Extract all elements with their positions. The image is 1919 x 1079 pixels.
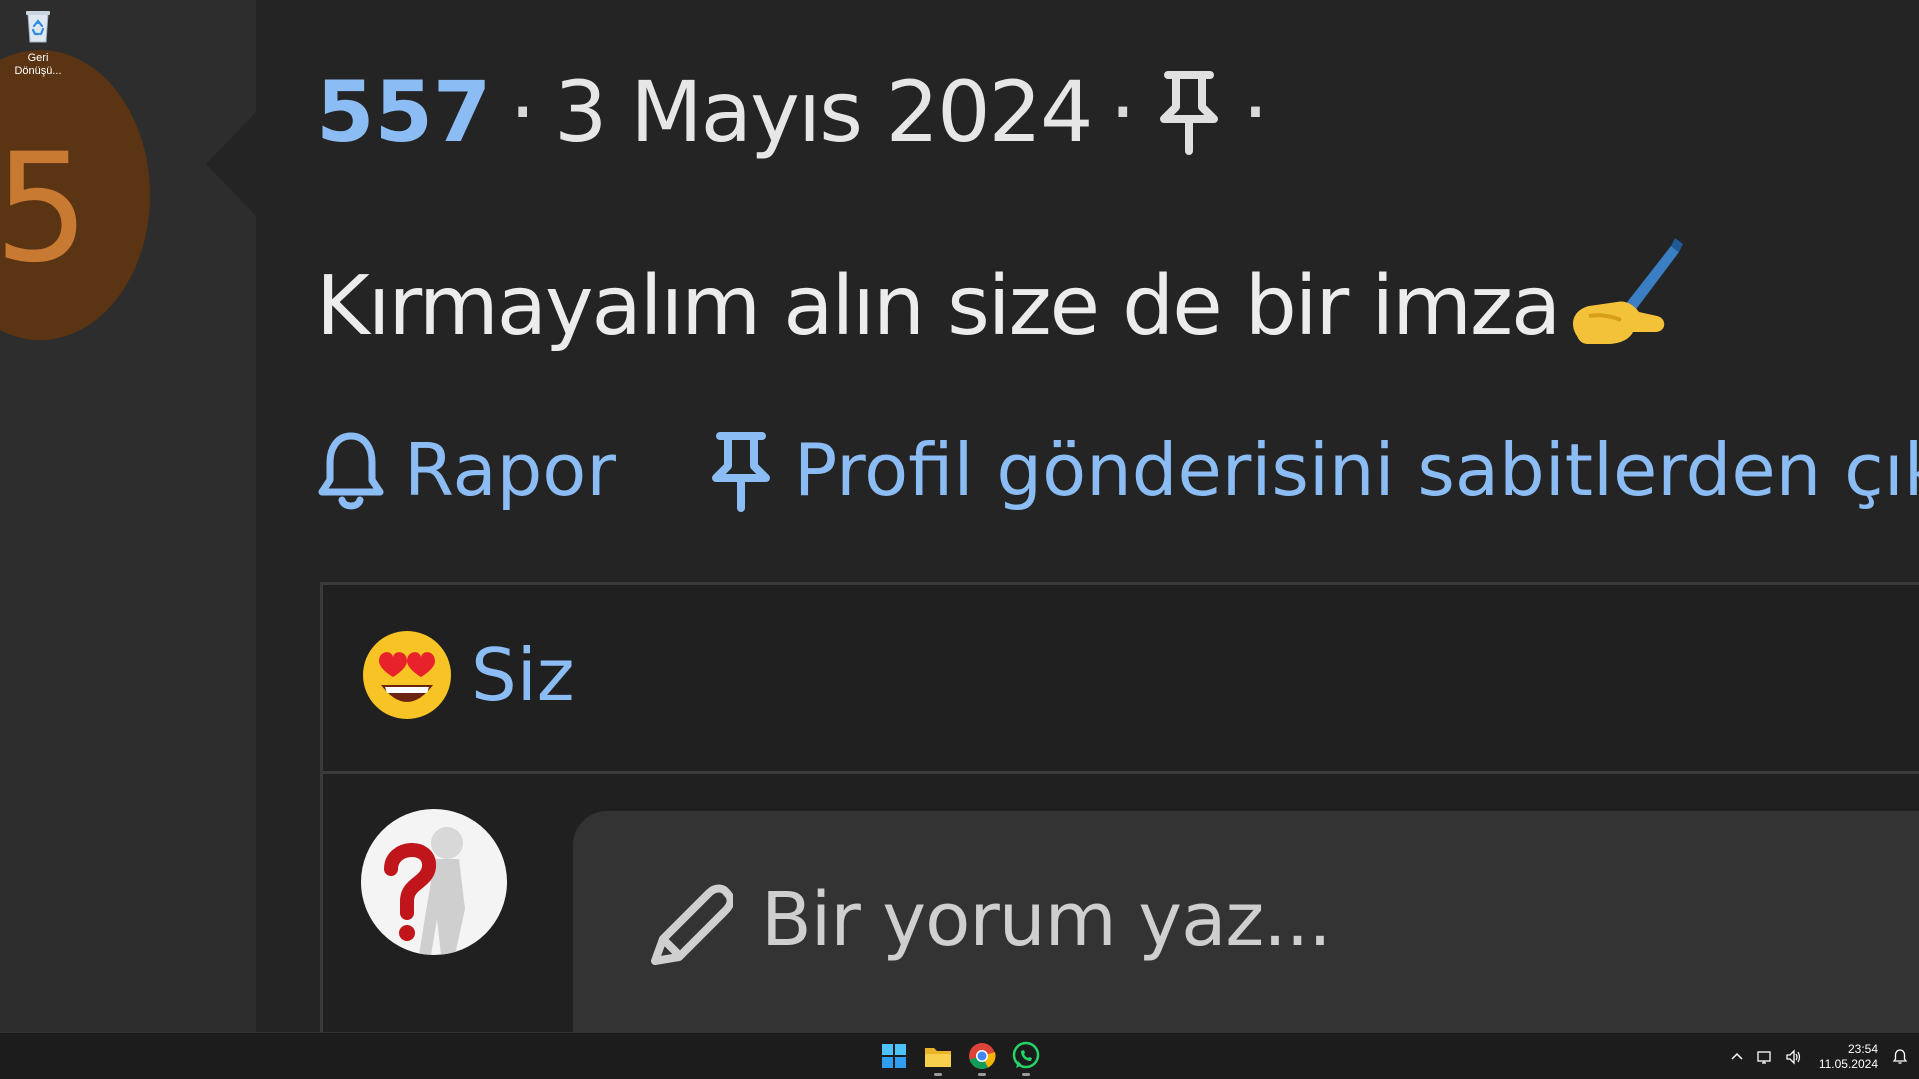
recycle-bin-label-line1: Geri xyxy=(27,52,49,64)
windows-icon xyxy=(882,1044,906,1068)
comment-placeholder: Bir yorum yaz... xyxy=(761,877,1332,963)
post-card: 557 · 3 Mayıs 2024 · · Kırmayalım alın s… xyxy=(206,0,1919,1079)
pencil-icon xyxy=(651,884,733,965)
post-date[interactable]: 3 Mayıs 2024 xyxy=(554,63,1093,161)
screen: 5 Geri Dönüşü... 557 · 3 Mayıs 2024 · · … xyxy=(0,0,1919,1079)
meta-separator: · xyxy=(509,63,537,161)
question-figure-icon xyxy=(384,827,465,955)
recycle-bin-icon xyxy=(26,11,50,43)
profile-avatar-letter: 5 xyxy=(0,122,90,296)
chevron-up-icon[interactable] xyxy=(1728,1048,1746,1066)
running-indicator xyxy=(1022,1073,1030,1076)
chrome-button[interactable] xyxy=(966,1040,998,1076)
post-body: Kırmayalım alın size de bir imza xyxy=(316,232,1689,354)
pin-icon xyxy=(1160,71,1219,155)
panel-pointer xyxy=(206,112,256,216)
report-label: Rapor xyxy=(404,428,616,512)
unpin-profile-post-button[interactable]: Profil gönderisini sabitlerden çıka xyxy=(706,428,1919,512)
divider xyxy=(323,771,1919,774)
reaction-summary[interactable]: Siz xyxy=(359,625,575,725)
start-button[interactable] xyxy=(878,1040,910,1072)
whatsapp-button[interactable] xyxy=(1010,1040,1042,1076)
meta-separator: · xyxy=(1242,63,1269,161)
whatsapp-icon xyxy=(1012,1041,1040,1069)
post-actions: Rapor Profil gönderisini sabitlerden çık… xyxy=(316,420,1919,520)
recycle-bin-label-line2: Dönüşü... xyxy=(14,65,62,77)
meta-separator: · xyxy=(1109,63,1137,161)
clock-date: 11.05.2024 xyxy=(1818,1056,1878,1071)
heart-eyes-icon xyxy=(363,631,451,719)
bell-icon xyxy=(318,432,384,510)
running-indicator xyxy=(978,1073,986,1076)
post-number[interactable]: 557 xyxy=(316,63,491,161)
recycle-bin-shortcut[interactable]: Geri Dönüşü... xyxy=(6,6,70,78)
unpin-label: Profil gönderisini sabitlerden çıka xyxy=(793,428,1919,512)
chrome-icon xyxy=(969,1043,996,1069)
file-explorer-button[interactable] xyxy=(922,1040,954,1076)
reaction-label: Siz xyxy=(471,633,575,717)
notification-bell-icon[interactable] xyxy=(1891,1048,1909,1066)
post-text: Kırmayalım alın size de bir imza xyxy=(316,259,1561,354)
writing-hand-icon xyxy=(1573,238,1684,344)
volume-icon[interactable] xyxy=(1784,1048,1802,1066)
profile-avatar[interactable]: 5 xyxy=(0,50,150,340)
running-indicator xyxy=(934,1073,942,1076)
taskbar: 23:54 11.05.2024 xyxy=(0,1032,1919,1079)
folder-icon xyxy=(925,1048,951,1067)
report-button[interactable]: Rapor xyxy=(316,428,616,512)
clock-time: 23:54 xyxy=(1847,1041,1878,1056)
pin-icon xyxy=(711,432,770,512)
commenter-avatar[interactable] xyxy=(361,809,507,955)
post-meta: 557 · 3 Mayıs 2024 · · xyxy=(316,62,1287,162)
network-icon[interactable] xyxy=(1756,1048,1774,1066)
system-tray: 23:54 11.05.2024 xyxy=(1723,1033,1919,1079)
reactions-comments-box: Siz Bir yorum yaz... xyxy=(320,582,1919,1079)
clock[interactable]: 23:54 11.05.2024 xyxy=(1819,1042,1878,1072)
